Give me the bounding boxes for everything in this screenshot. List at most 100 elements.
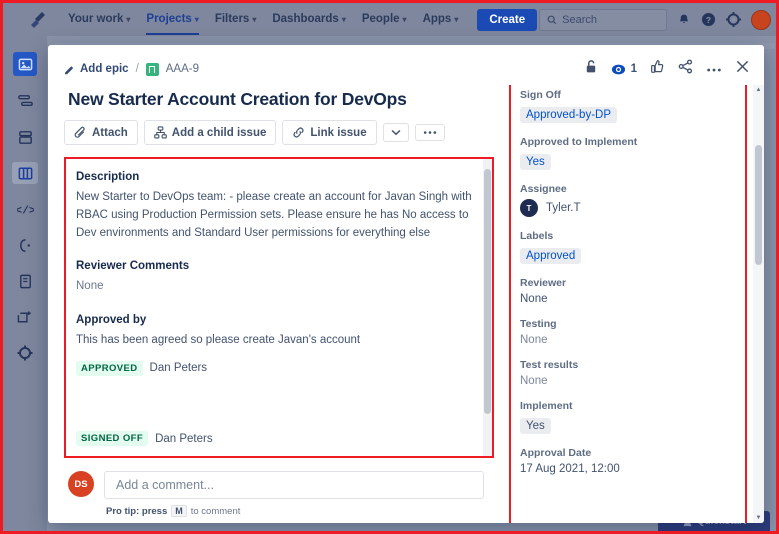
- field-value[interactable]: Yes: [520, 418, 551, 434]
- more-options-icon: [423, 131, 436, 134]
- status-badge-approved: APPROVED: [76, 360, 143, 376]
- field-sign-off: Sign Off Approved-by-DP: [520, 89, 744, 123]
- add-child-issue-button[interactable]: Add a child issue: [143, 120, 277, 145]
- link-issue-label: Link issue: [310, 126, 367, 139]
- close-modal-button[interactable]: [735, 59, 750, 79]
- nav-item-filters[interactable]: Filters ▾: [208, 4, 264, 35]
- scroll-down-arrow-icon[interactable]: ▼: [756, 515, 762, 521]
- issue-action-buttons: Attach Add a child issue Link issue: [64, 120, 494, 157]
- share-icon: [678, 59, 693, 74]
- link-issue-button[interactable]: Link issue: [282, 120, 377, 145]
- add-epic-label: Add epic: [80, 63, 129, 75]
- sidebar-item-board[interactable]: [12, 162, 38, 184]
- action-more-button[interactable]: [414, 124, 445, 141]
- add-epic-link[interactable]: Add epic: [64, 63, 129, 75]
- attach-button[interactable]: Attach: [64, 120, 138, 145]
- field-label: Assignee: [520, 183, 567, 195]
- field-label: Labels: [520, 230, 554, 242]
- field-value[interactable]: None: [520, 375, 744, 387]
- issue-details-column: Sign Off Approved-by-DP Approved to Impl…: [500, 85, 764, 523]
- project-sidebar-rail: </>: [3, 36, 47, 531]
- nav-label: People: [361, 13, 400, 25]
- field-value[interactable]: 17 Aug 2021, 12:00: [520, 463, 744, 475]
- nav-item-dashboards[interactable]: Dashboards ▾: [265, 4, 352, 35]
- field-value[interactable]: None: [520, 293, 744, 305]
- sidebar-item-backlog[interactable]: [12, 90, 38, 112]
- sidebar-item-project-settings[interactable]: [12, 342, 38, 364]
- assignee-row[interactable]: T Tyler.T: [520, 199, 744, 217]
- modal-header: Add epic / AAA-9 1: [48, 45, 764, 85]
- description-text[interactable]: New Starter to DevOps team: - please cre…: [76, 188, 478, 242]
- help-circle-icon[interactable]: ?: [701, 12, 716, 27]
- sidebar-item-pages[interactable]: [12, 270, 38, 292]
- description-label: Description: [76, 171, 140, 183]
- modal-scrollbar[interactable]: ▲ ▼: [753, 85, 764, 523]
- more-options-icon: [707, 68, 721, 72]
- nav-label: Filters: [214, 13, 250, 25]
- pro-tip-prefix: Pro tip: press: [106, 505, 168, 517]
- status-badge-signed-off: SIGNED OFF: [76, 431, 149, 446]
- nav-item-projects[interactable]: Projects ▾: [139, 4, 205, 35]
- link-icon: [293, 127, 304, 138]
- description-scrollbar[interactable]: [483, 159, 492, 456]
- share-button[interactable]: [678, 59, 693, 79]
- comment-composer: DS Add a comment... Pro tip: press M to …: [64, 458, 494, 523]
- scrollbar-thumb[interactable]: [484, 169, 491, 414]
- close-icon: [736, 60, 749, 73]
- vote-button[interactable]: [650, 59, 665, 79]
- issue-fields-list: Sign Off Approved-by-DP Approved to Impl…: [510, 85, 764, 523]
- approved-by-text[interactable]: This has been agreed so please create Ja…: [76, 331, 478, 349]
- field-label: Test results: [520, 359, 579, 371]
- create-button[interactable]: Create: [477, 8, 538, 31]
- nav-item-people[interactable]: People ▾: [355, 4, 414, 35]
- field-reviewer: Reviewer None: [520, 277, 744, 305]
- scrollbar-thumb[interactable]: [755, 145, 762, 265]
- grid-apps-icon[interactable]: [15, 11, 19, 29]
- search-input[interactable]: Search: [539, 8, 668, 31]
- field-value: Tyler.T: [546, 202, 581, 214]
- notification-bell-icon[interactable]: [677, 13, 691, 27]
- svg-text:?: ?: [706, 15, 711, 25]
- sidebar-item-code[interactable]: </>: [12, 198, 38, 220]
- nav-item-apps[interactable]: Apps ▾: [416, 4, 466, 35]
- more-actions-button[interactable]: [706, 60, 722, 78]
- action-dropdown-button[interactable]: [382, 123, 409, 142]
- search-placeholder: Search: [562, 13, 597, 26]
- scroll-up-arrow-icon[interactable]: ▲: [756, 87, 762, 93]
- child-issue-icon: [153, 126, 167, 139]
- avatar: T: [520, 199, 538, 217]
- watch-button[interactable]: 1: [611, 62, 637, 77]
- field-implement: Implement Yes: [520, 400, 744, 434]
- reviewer-comments-value[interactable]: None: [76, 277, 478, 295]
- breadcrumb-separator: /: [135, 63, 139, 75]
- field-label: Sign Off: [520, 89, 561, 101]
- description-field: Description New Starter to DevOps team: …: [76, 171, 478, 242]
- nav-item-your-work[interactable]: Your work ▾: [61, 4, 137, 35]
- approved-status-row: APPROVED Dan Peters: [76, 360, 478, 376]
- pro-tip-key: M: [171, 505, 187, 517]
- restrict-access-button[interactable]: [584, 59, 598, 79]
- sidebar-item-releases[interactable]: [12, 234, 38, 256]
- project-avatar-icon[interactable]: [13, 52, 37, 76]
- issue-key-link[interactable]: AAA-9: [166, 63, 199, 75]
- comment-input[interactable]: Add a comment...: [104, 471, 484, 499]
- field-label: Approved to Implement: [520, 136, 638, 148]
- gear-icon[interactable]: [726, 12, 742, 27]
- sidebar-item-board-stack[interactable]: [12, 126, 38, 148]
- nav-label: Apps: [422, 13, 452, 25]
- field-approval-date: Approval Date 17 Aug 2021, 12:00: [520, 447, 744, 475]
- user-avatar[interactable]: [751, 9, 772, 30]
- field-value[interactable]: Approved: [520, 248, 582, 264]
- field-value[interactable]: None: [520, 334, 744, 346]
- approver-name: Dan Peters: [149, 362, 208, 375]
- field-value[interactable]: Yes: [520, 154, 551, 170]
- nav-label: Your work: [68, 13, 124, 25]
- chevron-down-icon: ▾: [194, 14, 199, 24]
- field-assignee: Assignee T Tyler.T: [520, 183, 744, 217]
- field-value[interactable]: Approved-by-DP: [520, 107, 618, 123]
- jira-logo-icon[interactable]: [27, 10, 47, 30]
- sidebar-item-add-shortcut[interactable]: [12, 306, 38, 328]
- description-content: Description New Starter to DevOps team: …: [66, 159, 492, 456]
- pro-tip-suffix: to comment: [190, 505, 241, 517]
- comment-field-wrap: Add a comment... Pro tip: press M to com…: [104, 471, 484, 517]
